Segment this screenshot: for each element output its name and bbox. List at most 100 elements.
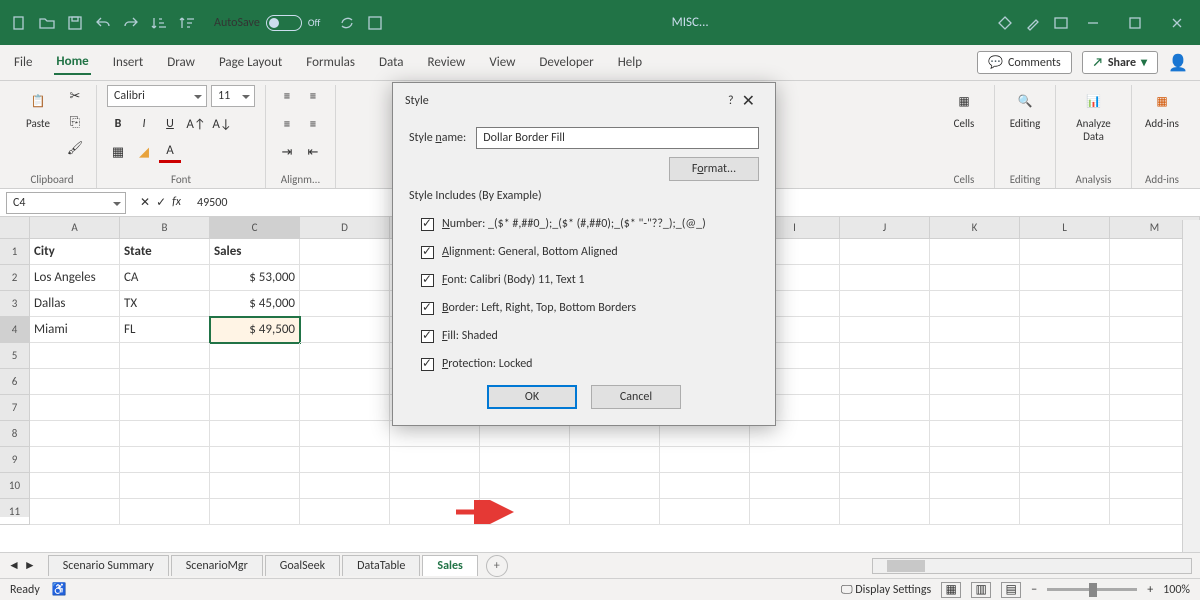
font-color-button[interactable]: A [159, 141, 181, 163]
cell[interactable] [930, 369, 1020, 395]
sheet-nav-next-icon[interactable]: ► [24, 558, 36, 573]
cell[interactable] [300, 369, 390, 395]
cell[interactable] [30, 343, 120, 369]
sheet-tab[interactable]: ScenarioMgr [171, 555, 263, 576]
sort-asc-icon[interactable] [148, 12, 170, 34]
cell[interactable] [570, 473, 660, 499]
tab-developer[interactable]: Developer [537, 51, 595, 74]
cell[interactable] [930, 317, 1020, 343]
zoom-out-button[interactable]: − [1031, 583, 1037, 597]
cell[interactable] [120, 447, 210, 473]
cell[interactable]: $ 45,000 [210, 291, 300, 317]
underline-button[interactable]: U [159, 113, 181, 135]
cell[interactable] [930, 395, 1020, 421]
normal-view-icon[interactable]: ▦ [941, 582, 961, 598]
row-header[interactable]: 4 [0, 317, 30, 343]
cell[interactable] [390, 473, 480, 499]
cell[interactable] [930, 265, 1020, 291]
enter-formula-icon[interactable]: ✓ [156, 195, 166, 210]
align-left-icon[interactable]: ≡ [276, 113, 298, 135]
cell[interactable] [30, 421, 120, 447]
indent-icon[interactable]: ⇥ [276, 141, 298, 163]
column-header[interactable]: K [930, 217, 1020, 239]
format-painter-icon[interactable]: 🖌 [64, 137, 86, 159]
cell[interactable] [300, 343, 390, 369]
cell[interactable] [570, 499, 660, 525]
cell[interactable]: City [30, 239, 120, 265]
cell[interactable] [30, 395, 120, 421]
cell[interactable] [1020, 265, 1110, 291]
column-header[interactable]: L [1020, 217, 1110, 239]
tab-help[interactable]: Help [616, 51, 644, 74]
cell[interactable] [210, 473, 300, 499]
row-header[interactable]: 9 [0, 447, 30, 473]
align-middle-icon[interactable]: ≡ [302, 85, 324, 107]
cell[interactable] [840, 499, 930, 525]
toggle-switch[interactable] [266, 15, 302, 31]
font-size-combo[interactable]: 11 [211, 85, 255, 107]
cell[interactable] [660, 473, 750, 499]
tab-insert[interactable]: Insert [111, 51, 146, 74]
save-icon[interactable] [64, 12, 86, 34]
cell[interactable] [300, 421, 390, 447]
cell[interactable] [300, 473, 390, 499]
cell[interactable]: Los Angeles [30, 265, 120, 291]
copy-icon[interactable]: ⎘ [64, 111, 86, 133]
redo-icon[interactable] [120, 12, 142, 34]
cancel-formula-icon[interactable]: ✕ [140, 195, 150, 210]
cell[interactable] [930, 473, 1020, 499]
tab-page-layout[interactable]: Page Layout [217, 51, 284, 74]
sort-desc-icon[interactable] [176, 12, 198, 34]
row-header[interactable]: 1 [0, 239, 30, 265]
tab-draw[interactable]: Draw [165, 51, 197, 74]
row-header[interactable]: 10 [0, 473, 30, 499]
page-layout-view-icon[interactable]: ▥ [971, 582, 991, 598]
cell[interactable] [840, 239, 930, 265]
cell[interactable] [30, 473, 120, 499]
style-include-option[interactable]: Alignment: General, Bottom Aligned [421, 245, 759, 259]
decrease-font-icon[interactable]: A↓ [211, 113, 233, 135]
cell[interactable] [120, 499, 210, 525]
cell[interactable] [210, 343, 300, 369]
cell[interactable]: $ 53,000 [210, 265, 300, 291]
cell[interactable] [210, 447, 300, 473]
cell[interactable] [120, 343, 210, 369]
cell[interactable] [300, 239, 390, 265]
tab-view[interactable]: View [487, 51, 517, 74]
cell[interactable] [1020, 317, 1110, 343]
increase-font-icon[interactable]: A↑ [185, 113, 207, 135]
cell[interactable] [210, 421, 300, 447]
sheet-tab[interactable]: Scenario Summary [48, 555, 169, 576]
outdent-icon[interactable]: ⇤ [302, 141, 324, 163]
cell[interactable] [840, 421, 930, 447]
cell[interactable] [120, 369, 210, 395]
comments-button[interactable]: 💬 Comments [977, 51, 1072, 74]
font-name-combo[interactable]: Calibri [107, 85, 207, 107]
checkbox[interactable] [421, 358, 434, 371]
dialog-close-button[interactable]: ✕ [734, 91, 763, 111]
checkbox[interactable] [421, 246, 434, 259]
maximize-icon[interactable] [1120, 12, 1150, 34]
new-file-icon[interactable] [8, 12, 30, 34]
cell[interactable] [570, 447, 660, 473]
style-name-input[interactable] [476, 127, 759, 149]
cell[interactable] [390, 447, 480, 473]
cell[interactable] [750, 473, 840, 499]
cell[interactable] [300, 317, 390, 343]
checkbox[interactable] [421, 274, 434, 287]
cell[interactable] [1020, 421, 1110, 447]
cell[interactable] [30, 499, 120, 525]
cell[interactable]: Sales [210, 239, 300, 265]
cell[interactable] [1020, 499, 1110, 525]
display-settings-button[interactable]: 🖵 Display Settings [841, 583, 931, 597]
cell[interactable] [300, 447, 390, 473]
cell[interactable]: $ 49,500 [210, 317, 300, 343]
style-include-option[interactable]: Fill: Shaded [421, 329, 759, 343]
cell[interactable] [300, 395, 390, 421]
zoom-level[interactable]: 100% [1163, 583, 1190, 597]
tab-data[interactable]: Data [377, 51, 406, 74]
autosave-toggle[interactable]: AutoSave Off [214, 15, 320, 31]
cell[interactable] [840, 395, 930, 421]
row-header[interactable]: 3 [0, 291, 30, 317]
cell[interactable]: TX [120, 291, 210, 317]
